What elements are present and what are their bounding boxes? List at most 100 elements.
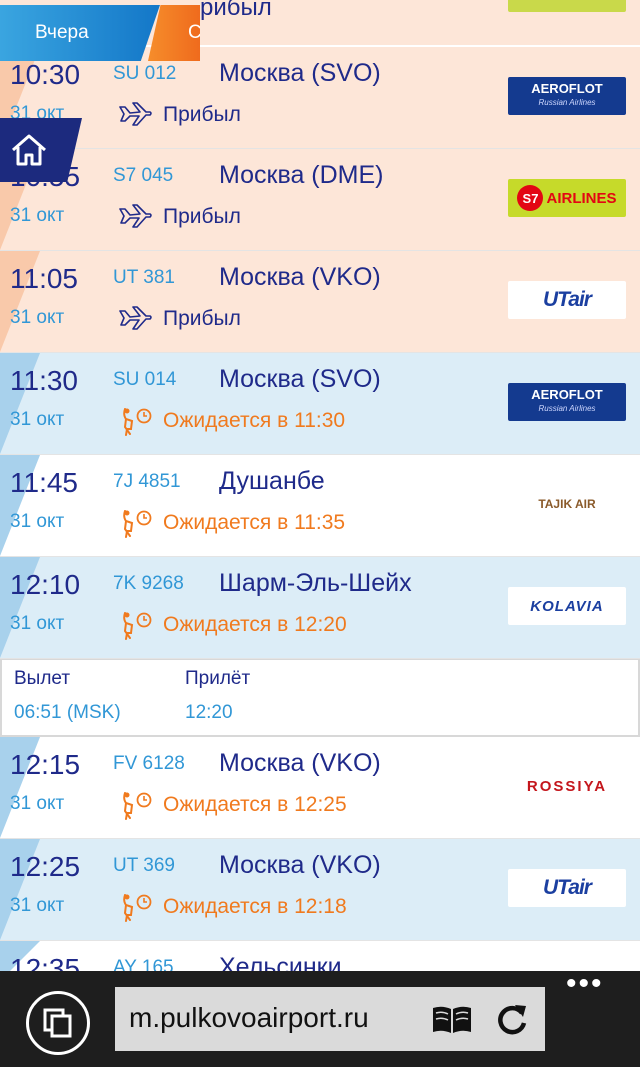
flight-details-panel: Вылет 06:51 (MSK) Прилёт 12:20	[0, 659, 640, 737]
flight-row[interactable]: 10:5531 октS7 045Москва (DME)ПрибылS7AIR…	[0, 149, 640, 251]
flight-date: 31 окт	[10, 307, 65, 328]
flight-number: 7K 9268	[113, 573, 184, 594]
logo-text: ROSSIYA	[526, 777, 608, 795]
status-text: Прибыл	[163, 205, 241, 228]
logo-text: KOLAVIA	[530, 597, 604, 615]
flight-number: SU 012	[113, 63, 177, 84]
airline-logo	[508, 0, 626, 12]
origin-city: Москва (VKO)	[219, 749, 381, 777]
origin-city: Душанбе	[219, 467, 325, 495]
flight-row[interactable]: 11:05 31 окт UT 381 Москва (VKO) Прибыл UTair	[0, 251, 640, 353]
logo-text: AEROFLOT	[531, 81, 603, 96]
flight-row[interactable]: 10:30 31 окт SU 012 Москва (SVO) Прибыл AEROF…	[0, 47, 640, 149]
utair-logo: UTair	[508, 281, 626, 319]
flight-number: SU 014	[113, 369, 177, 390]
flight-time: 11:05	[10, 263, 78, 294]
plane-arrived-icon	[119, 102, 152, 126]
browser-address-bar: m.pulkovoairport.ru •••	[0, 969, 640, 1067]
flight-date: 31 окт	[10, 793, 65, 814]
status-text: рибыл	[200, 0, 272, 21]
origin-city: Москва (VKO)	[219, 851, 381, 879]
logo-text: UTair	[543, 876, 592, 899]
origin-city: Москва (SVO)	[219, 365, 381, 393]
flight-row[interactable]: 12:10 31 окт 7K 9268 Шарм-Эль-Шейх Ожидается…	[0, 557, 640, 659]
status-icon-wrap	[117, 791, 153, 820]
origin-city: Москва (VKO)	[219, 263, 381, 291]
status-icon-wrap	[117, 611, 153, 640]
more-menu-button[interactable]: •••	[566, 969, 610, 1001]
s7-airlines-logo: S7 AIRLINES	[508, 179, 626, 217]
logo-text: TAJIK AIR	[538, 497, 596, 511]
flight-time: 11:30	[10, 365, 78, 396]
origin-city: Москва (SVO)	[219, 59, 381, 87]
kolavia-logo: KOLAVIA	[508, 587, 626, 625]
flight-time: 12:25	[10, 851, 81, 882]
origin-city: Шарм-Эль-Шейх	[219, 569, 412, 597]
status-icon-wrap	[117, 305, 153, 333]
logo-text: AEROFLOT	[531, 387, 603, 402]
aeroflot-logo: AEROFLOT Russian Airlines	[508, 383, 626, 421]
refresh-icon[interactable]	[495, 1001, 529, 1037]
utair-logo: UTair	[508, 869, 626, 907]
flight-number: S7 045	[113, 165, 174, 186]
logo-subtext: AIRLINES	[546, 189, 617, 207]
arrival-value: 12:20	[185, 702, 233, 723]
departure-label: Вылет	[14, 668, 71, 689]
url-text: m.pulkovoairport.ru	[129, 1002, 369, 1033]
flight-number: UT 369	[113, 855, 175, 876]
flight-time: 11:45	[10, 467, 78, 498]
url-field[interactable]: m.pulkovoairport.ru	[115, 987, 545, 1051]
flight-row[interactable]: 11:45 31 окт 7J 4851 Душанбе Ожидается в 11:…	[0, 455, 640, 557]
status-text: Прибыл	[163, 103, 241, 126]
status-text: Ожидается в 12:20	[163, 613, 347, 636]
waiting-clock-icon	[123, 510, 152, 538]
logo-text: S7	[517, 185, 544, 211]
status-text: Ожидается в 12:18	[163, 895, 347, 918]
rossiya-logo: ROSSIYA	[508, 767, 626, 805]
status-text: Ожидается в 11:35	[163, 511, 346, 534]
tabs-button[interactable]	[26, 991, 90, 1055]
logo-subtext: Russian Airlines	[538, 98, 596, 107]
flight-row[interactable]: 12:25 31 окт UT 369 Москва (VKO) Ожидается в…	[0, 839, 640, 941]
waiting-clock-icon	[123, 612, 152, 640]
plane-arrived-icon	[119, 306, 152, 330]
flight-time: 12:10	[10, 569, 81, 600]
arrival-label: Прилёт	[185, 668, 251, 689]
origin-city: Москва (DME)	[219, 161, 384, 189]
flight-date: 31 окт	[10, 409, 65, 430]
waiting-clock-icon	[123, 894, 152, 922]
flight-number: 7J 4851	[113, 471, 181, 492]
status-icon-wrap	[117, 407, 153, 436]
tab-yesterday[interactable]: Вчера	[0, 5, 160, 61]
flight-list: 10:30 31 окт SU 012 Москва (SVO) Прибыл AEROF…	[0, 47, 640, 981]
status-icon-wrap	[117, 509, 153, 538]
tajik-logo: TAJIK AIR	[508, 485, 626, 523]
flight-number: UT 381	[113, 267, 175, 288]
logo-subtext: Russian Airlines	[538, 404, 596, 413]
home-icon	[12, 134, 46, 166]
tabs-icon	[43, 1008, 72, 1038]
status-icon-wrap	[117, 101, 153, 129]
status-text: Прибыл	[163, 307, 241, 330]
flight-date: 31 окт	[10, 205, 65, 226]
status-text: Ожидается в 11:30	[163, 409, 346, 432]
flight-row[interactable]: 11:30 31 окт SU 014 Москва (SVO) Ожидается в…	[0, 353, 640, 455]
status-icon-wrap	[117, 203, 153, 231]
waiting-clock-icon	[123, 408, 152, 436]
departure-value: 06:51 (MSK)	[14, 702, 121, 723]
logo-text: UTair	[543, 288, 592, 311]
flight-time: 12:15	[10, 749, 81, 780]
aeroflot-logo: AEROFLOT Russian Airlines	[508, 77, 626, 115]
flight-date: 31 окт	[10, 511, 65, 532]
flight-time: 10:30	[10, 59, 81, 90]
flight-number: FV 6128	[113, 753, 185, 774]
day-tabs: Вчера С	[0, 5, 200, 61]
flight-date: 31 окт	[10, 613, 65, 634]
flight-row[interactable]: 12:15 31 окт FV 6128 Москва (VKO) Ожидается …	[0, 737, 640, 839]
plane-arrived-icon	[119, 204, 152, 228]
flight-date: 31 окт	[10, 895, 65, 916]
reading-view-icon[interactable]	[431, 1005, 473, 1035]
status-text: Ожидается в 12:25	[163, 793, 347, 816]
status-icon-wrap	[117, 893, 153, 922]
flight-board-screen: рибыл Вчера С 10:30 31 окт SU 012 Москва (S…	[0, 0, 640, 1067]
